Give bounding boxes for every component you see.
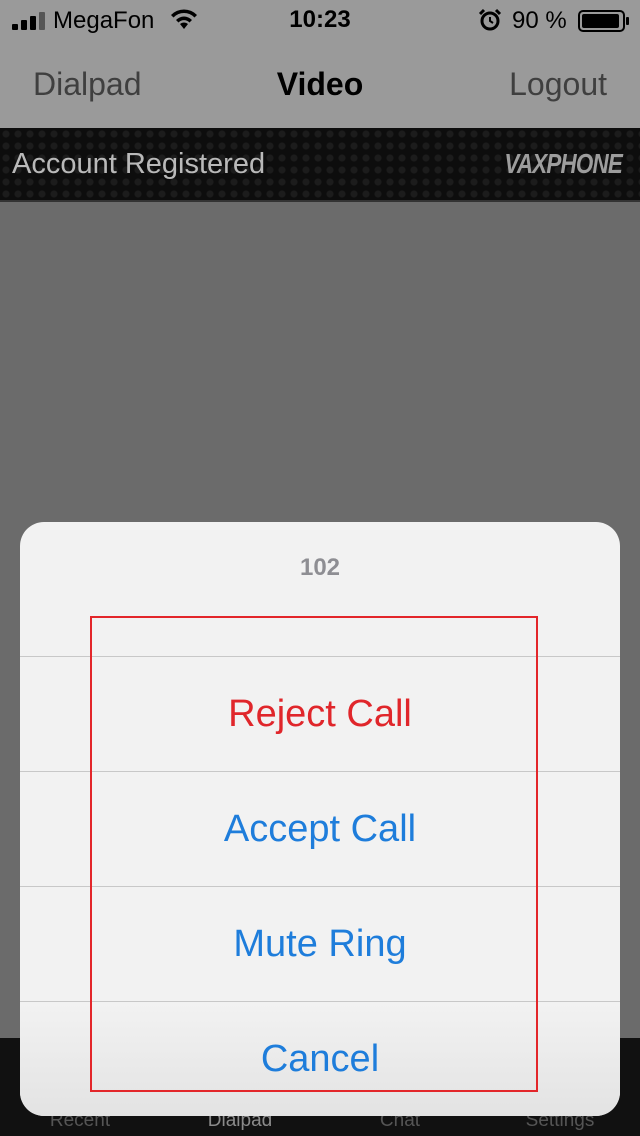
caller-id-title: 102	[299, 554, 341, 581]
accept-call-button[interactable]: Accept Call	[20, 771, 620, 886]
reject-call-button[interactable]: Reject Call	[20, 656, 620, 771]
mute-ring-button[interactable]: Mute Ring	[20, 886, 620, 1001]
vaxphone-logo: VAXPHONE	[504, 148, 622, 179]
status-bar: MegaFon 10:23 90 %	[0, 0, 640, 40]
cancel-button[interactable]: Cancel	[20, 1001, 620, 1116]
alarm-clock-icon	[478, 8, 502, 31]
account-banner: Account Registered VAXPHONE	[0, 128, 640, 202]
incoming-call-action-sheet: 102 Reject Call Accept Call Mute Ring Ca…	[20, 522, 620, 1116]
battery-icon	[578, 10, 629, 32]
logout-button[interactable]: Logout	[509, 66, 607, 103]
battery-percent: 90 %	[512, 7, 567, 34]
navigation-bar: Dialpad Video Logout	[0, 40, 640, 128]
account-status-text: Account Registered	[12, 148, 266, 180]
